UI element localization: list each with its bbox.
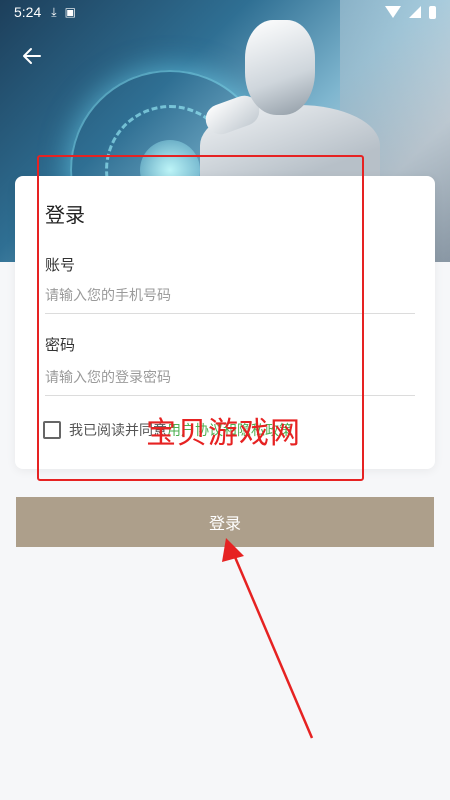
a-icon: ▣ — [64, 5, 76, 19]
arrow-left-icon — [23, 48, 41, 64]
back-button[interactable] — [20, 44, 50, 74]
signal-icon — [409, 6, 421, 18]
login-button[interactable]: 登录 — [16, 497, 434, 547]
download-icon: ⤓ — [51, 4, 57, 19]
battery-icon — [429, 5, 436, 19]
watermark-text: 宝贝游戏网 — [146, 416, 301, 451]
robot-head — [245, 20, 315, 115]
status-bar: 5:24 ⤓ ▣ — [0, 0, 450, 24]
wifi-icon — [385, 6, 401, 18]
status-time: 5:24 — [14, 4, 42, 20]
arrow-shaft — [230, 549, 314, 739]
